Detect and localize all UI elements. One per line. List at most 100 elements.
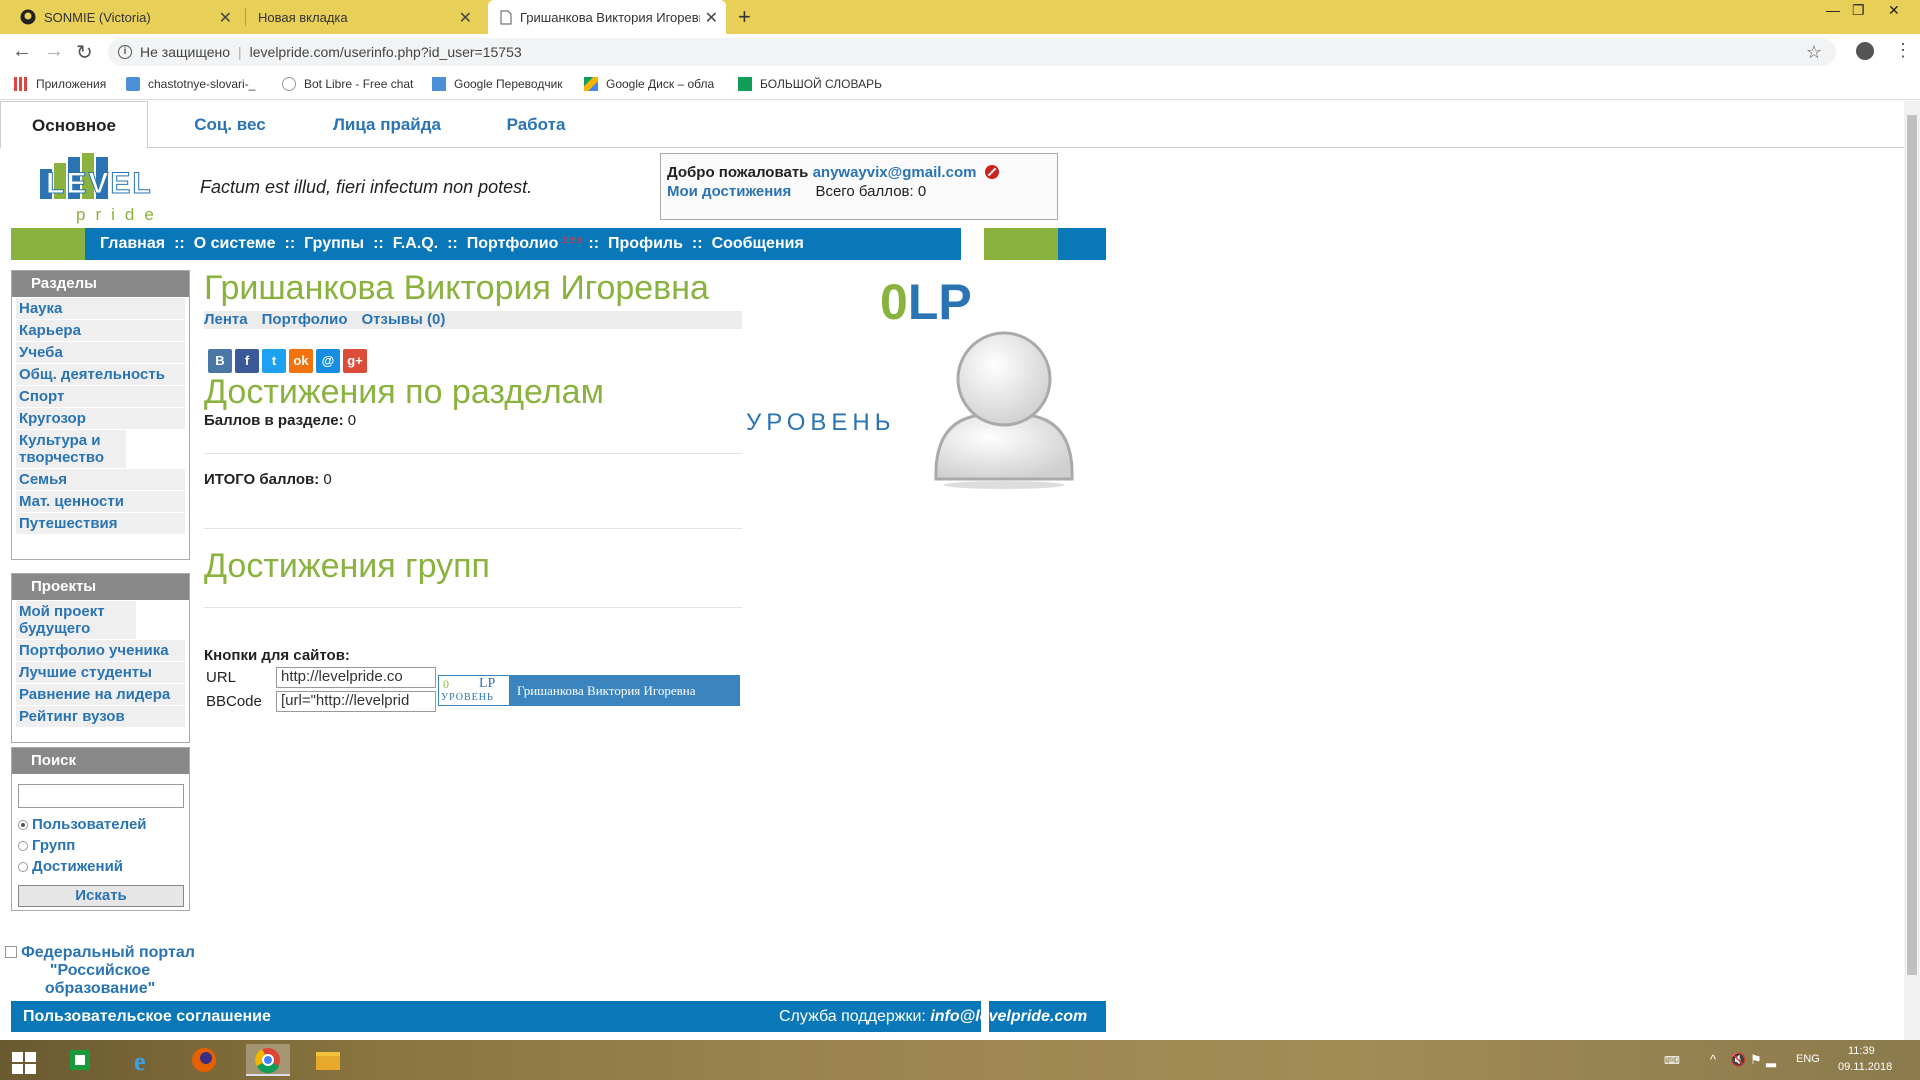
- bookmark-translate[interactable]: Google Переводчик: [432, 77, 563, 91]
- site-logo[interactable]: LEVEL pride: [40, 153, 164, 225]
- clock-date[interactable]: 09.11.2018: [1838, 1061, 1892, 1073]
- sidebar-item-ravnenie[interactable]: Равнение на лидера: [16, 684, 185, 705]
- volume-muted-icon[interactable]: 🔇: [1730, 1052, 1746, 1068]
- googleplus-icon[interactable]: g+: [343, 349, 367, 373]
- url-field[interactable]: i Не защищено | levelpride.com/userinfo.…: [108, 38, 1836, 66]
- internet-explorer-icon[interactable]: e: [124, 1044, 164, 1076]
- bookmark-slovar[interactable]: БОЛЬШОЙ СЛОВАРЬ: [738, 77, 882, 91]
- profile-icon[interactable]: [1856, 42, 1874, 60]
- flag-icon[interactable]: ⚑: [1750, 1052, 1762, 1068]
- mailru-icon[interactable]: @: [316, 349, 340, 373]
- lp-badge-preview[interactable]: 0 LP УРОВЕНЬ Гришанкова Виктория Игоревн…: [438, 675, 740, 706]
- radio-icon[interactable]: [18, 819, 28, 830]
- bookmark-google-drive[interactable]: Google Диск – обла: [584, 77, 714, 91]
- nav-accent: [984, 228, 1058, 260]
- keyboard-icon[interactable]: ⌨: [1664, 1054, 1680, 1067]
- tray-arrow-icon[interactable]: ^: [1710, 1052, 1716, 1067]
- nav-link-soobscheniya[interactable]: Сообщения: [712, 235, 804, 252]
- drive-folder-icon: [126, 77, 140, 91]
- language-indicator[interactable]: ENG: [1796, 1053, 1820, 1065]
- clock-time[interactable]: 11:39: [1848, 1045, 1875, 1057]
- sidebar-item-luchshie-studenty[interactable]: Лучшие студенты: [16, 662, 185, 683]
- close-icon[interactable]: ✕: [219, 8, 232, 28]
- tab-soc-ves[interactable]: Соц. вес: [170, 101, 290, 148]
- file-explorer-icon[interactable]: [308, 1044, 348, 1076]
- profile-tab-lenta[interactable]: Лента: [204, 311, 248, 328]
- windows-start-icon[interactable]: [12, 1052, 36, 1074]
- bbcode-field[interactable]: [url="http://levelprid: [276, 691, 436, 712]
- search-button[interactable]: Искать: [18, 885, 184, 907]
- nav-link-o-sisteme[interactable]: О системе: [194, 235, 276, 252]
- sidebar-item-nauka[interactable]: Наука: [16, 298, 185, 319]
- support-email-link[interactable]: info@levelpride.com: [930, 1008, 1087, 1025]
- profile-tab-otzyvy[interactable]: Отзывы (0): [362, 311, 446, 328]
- sidebar-projects-title: Проекты: [12, 574, 189, 600]
- nav-link-gruppy[interactable]: Группы: [304, 235, 364, 252]
- search-option-groups[interactable]: Групп: [18, 835, 189, 856]
- search-option-achievements[interactable]: Достижений: [18, 856, 189, 877]
- reload-icon[interactable]: ↻: [76, 40, 93, 65]
- minimize-icon[interactable]: —: [1826, 2, 1840, 18]
- my-achievements-link[interactable]: Мои достижения: [667, 183, 791, 200]
- restore-icon[interactable]: ❐: [1852, 2, 1865, 19]
- search-input[interactable]: [18, 784, 184, 808]
- user-email-link[interactable]: anywayvix@gmail.com: [813, 164, 977, 181]
- odnoklassniki-icon[interactable]: ok: [289, 349, 313, 373]
- page-scrollbar[interactable]: [1904, 101, 1920, 1040]
- user-agreement-link[interactable]: Пользовательское соглашение: [23, 1008, 271, 1026]
- radio-icon[interactable]: [18, 840, 28, 851]
- sidebar-item-ucheba[interactable]: Учеба: [16, 342, 185, 363]
- sidebar-item-krugozor[interactable]: Кругозор: [16, 408, 185, 429]
- back-icon[interactable]: ←: [12, 40, 32, 63]
- sidebar-item-kariera[interactable]: Карьера: [16, 320, 185, 341]
- browser-menu-icon[interactable]: ⋮: [1894, 40, 1912, 61]
- bookmark-star-icon[interactable]: ☆: [1806, 42, 1822, 63]
- sidebar-item-portfolio-uchenika[interactable]: Портфолио ученика: [16, 640, 185, 661]
- total-points: ИТОГО баллов: 0: [204, 471, 332, 488]
- total-points-label: ИТОГО баллов:: [204, 471, 320, 488]
- scrollbar-thumb[interactable]: [1907, 115, 1917, 975]
- window-close-icon[interactable]: ✕: [1888, 2, 1900, 19]
- tab-rabota[interactable]: Работа: [488, 101, 584, 148]
- sidebar-item-puteshestviya[interactable]: Путешествия: [16, 513, 185, 534]
- logout-icon[interactable]: [984, 165, 999, 179]
- sidebar-item-obsch-deyatelnost[interactable]: Общ. деятельность: [16, 364, 185, 385]
- info-icon[interactable]: i: [118, 45, 132, 59]
- nav-link-portfolio[interactable]: Портфолио beta: [467, 235, 583, 252]
- sidebar-item-moi-proekt[interactable]: Мой проект будущего: [16, 601, 136, 639]
- new-tab-button[interactable]: +: [738, 4, 751, 30]
- forward-icon[interactable]: →: [44, 40, 64, 63]
- nav-link-faq[interactable]: F.A.Q.: [393, 235, 438, 252]
- vk-icon[interactable]: В: [208, 349, 232, 373]
- profile-tab-portfolio[interactable]: Портфолио: [262, 311, 348, 328]
- browser-tab-active[interactable]: Гришанкова Виктория Игоревна ✕: [488, 0, 726, 34]
- bookmark-chastotnye[interactable]: chastotnye-slovari-_: [126, 77, 255, 91]
- sidebar-item-semya[interactable]: Семья: [16, 469, 185, 490]
- sheets-icon: [738, 77, 752, 91]
- tab-lica-praida[interactable]: Лица прайда: [312, 101, 462, 148]
- portal-link[interactable]: Федеральный портал "Российское образован…: [0, 944, 200, 998]
- close-icon[interactable]: ✕: [705, 8, 718, 28]
- bookmark-apps[interactable]: Приложения: [14, 77, 106, 91]
- sidebar-item-kultura[interactable]: Культура и творчество: [16, 430, 126, 468]
- firefox-icon[interactable]: [184, 1044, 224, 1076]
- browser-tab-new[interactable]: Новая вкладка ✕: [246, 0, 480, 34]
- network-icon[interactable]: ▂: [1766, 1052, 1776, 1068]
- store-icon[interactable]: [60, 1044, 100, 1076]
- nav-link-profil[interactable]: Профиль: [608, 235, 683, 252]
- browser-tab-github[interactable]: SONMIE (Victoria) ✕: [8, 0, 240, 34]
- twitter-icon[interactable]: t: [262, 349, 286, 373]
- radio-icon[interactable]: [18, 861, 28, 872]
- search-option-users[interactable]: Пользователей: [18, 814, 189, 835]
- nav-link-glavnaya[interactable]: Главная: [100, 235, 165, 252]
- sidebar-item-sport[interactable]: Спорт: [16, 386, 185, 407]
- sidebar-item-reiting-vuzov[interactable]: Рейтинг вузов: [16, 706, 185, 727]
- chrome-icon[interactable]: [246, 1044, 290, 1076]
- sidebar-item-mat-tsennosti[interactable]: Мат. ценности: [16, 491, 185, 512]
- bookmark-botlibre[interactable]: Bot Libre - Free chat: [282, 77, 413, 91]
- bookmark-label: Google Переводчик: [454, 77, 563, 91]
- tab-osnovnoe[interactable]: Основное: [0, 101, 148, 149]
- url-code-field[interactable]: http://levelpride.co: [276, 667, 436, 688]
- facebook-icon[interactable]: f: [235, 349, 259, 373]
- close-icon[interactable]: ✕: [459, 8, 472, 28]
